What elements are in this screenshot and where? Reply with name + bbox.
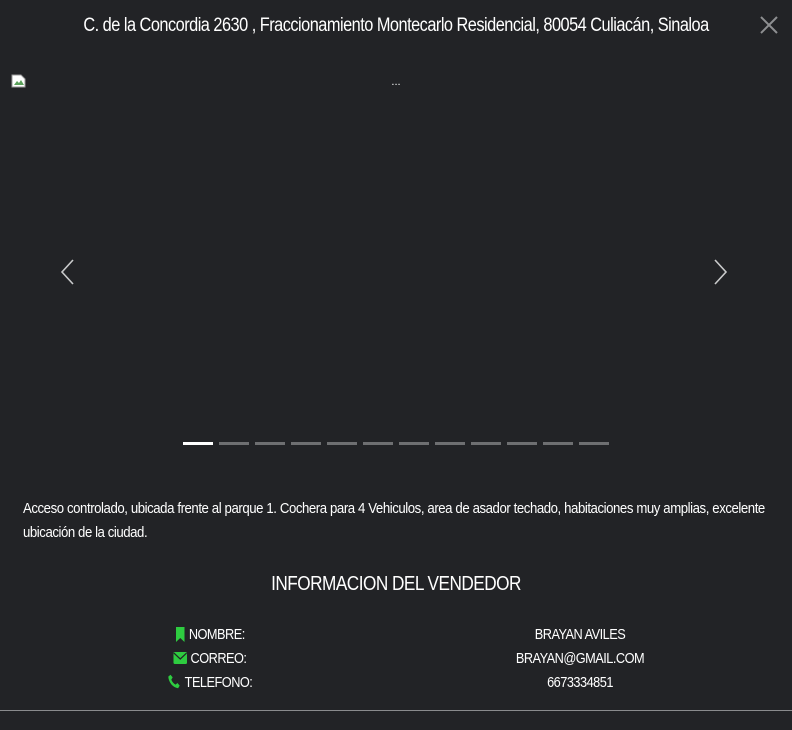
phone-icon (168, 674, 180, 689)
carousel-indicator[interactable] (291, 442, 321, 445)
slide-caption: ... (391, 76, 401, 88)
close-button[interactable] (758, 14, 780, 36)
carousel-indicator[interactable] (183, 442, 213, 445)
chevron-left-icon (60, 259, 74, 285)
carousel-indicator[interactable] (435, 442, 465, 445)
carousel-indicator[interactable] (255, 442, 285, 445)
property-description: Acceso controlado, ubicada frente al par… (23, 500, 765, 541)
seller-info-heading: INFORMACION DEL VENDEDOR (271, 573, 521, 595)
carousel-indicator[interactable] (363, 442, 393, 445)
carousel-indicators (0, 442, 792, 445)
carousel-indicator[interactable] (543, 442, 573, 445)
seller-name-value: BRAYAN AVILES (534, 625, 626, 643)
seller-email-label: CORREO: (190, 649, 247, 667)
carousel-indicator[interactable] (507, 442, 537, 445)
carousel-indicator[interactable] (219, 442, 249, 445)
carousel-indicator[interactable] (579, 442, 609, 445)
carousel-indicator[interactable] (399, 442, 429, 445)
carousel-indicator[interactable] (327, 442, 357, 445)
seller-email-label-wrap: CORREO: (32, 650, 389, 667)
envelope-icon (173, 652, 188, 664)
seller-name-label: NOMBRE: (188, 625, 245, 643)
seller-name-label-wrap: NOMBRE: (32, 626, 389, 643)
property-address-title: C. de la Concordia 2630 , Fraccionamient… (83, 15, 709, 36)
seller-phone-label: TELEFONO: (184, 673, 253, 691)
seller-name-row: NOMBRE: BRAYAN AVILES (0, 622, 792, 646)
seller-phone-row: TELEFONO: 6673334851 (0, 670, 792, 694)
modal-footer-divider (0, 710, 792, 711)
seller-phone-value[interactable]: 6673334851 (444, 674, 716, 691)
close-icon (760, 16, 778, 34)
property-modal: C. de la Concordia 2630 , Fraccionamient… (0, 0, 792, 730)
seller-info: NOMBRE: BRAYAN AVILES CORREO: BRAYAN@GMA… (0, 622, 792, 694)
seller-email-row: CORREO: BRAYAN@GMAIL.COM (0, 646, 792, 670)
carousel-prev-button[interactable] (55, 254, 83, 290)
carousel-next-button[interactable] (706, 254, 734, 290)
seller-phone-label-wrap: TELEFONO: (32, 674, 389, 691)
seller-email-value[interactable]: BRAYAN@GMAIL.COM (444, 650, 716, 667)
image-carousel: ... (0, 64, 792, 460)
chevron-right-icon (714, 259, 728, 285)
carousel-indicator[interactable] (471, 442, 501, 445)
bookmark-icon (176, 626, 185, 642)
